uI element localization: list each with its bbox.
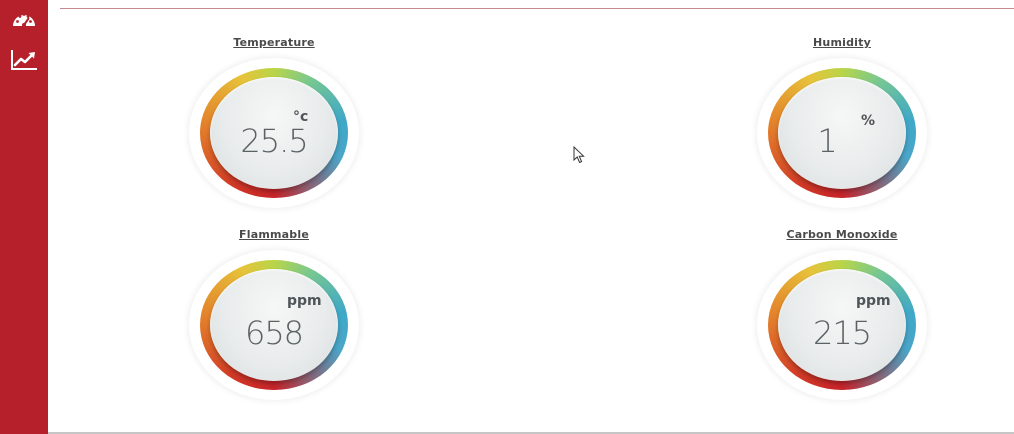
carbon-monoxide-value: 215 xyxy=(812,314,872,352)
temperature-gauge: 25.5 °c xyxy=(189,58,359,208)
nav-trends-button[interactable] xyxy=(6,45,42,75)
flammable-panel: Flammable 658 ppm xyxy=(184,228,364,408)
dashboard-app: Temperature 25.5 °c Humidity 1 % Flammab… xyxy=(0,0,1014,434)
nav-dashboard-button[interactable] xyxy=(6,4,42,34)
flammable-title: Flammable xyxy=(239,228,309,241)
flammable-gauge: 658 ppm xyxy=(189,250,359,400)
humidity-unit: % xyxy=(861,113,876,129)
humidity-title: Humidity xyxy=(813,36,871,49)
carbon-monoxide-title: Carbon Monoxide xyxy=(786,228,898,241)
carbon-monoxide-gauge: 215 ppm xyxy=(757,250,927,400)
temperature-value: 25.5 xyxy=(240,122,308,160)
temperature-title: Temperature xyxy=(233,36,315,49)
flammable-value: 658 xyxy=(244,314,304,352)
trend-chart-icon xyxy=(11,50,37,70)
carbon-monoxide-unit: ppm xyxy=(856,293,891,309)
temperature-panel: Temperature 25.5 °c xyxy=(184,36,364,216)
carbon-monoxide-panel: Carbon Monoxide 215 ppm xyxy=(752,228,932,408)
dashboard-icon xyxy=(13,13,35,27)
temperature-unit: °c xyxy=(293,109,309,125)
humidity-gauge: 1 % xyxy=(757,58,927,208)
flammable-unit: ppm xyxy=(287,293,322,309)
humidity-panel: Humidity 1 % xyxy=(752,36,932,216)
sidebar xyxy=(0,0,48,434)
header-divider xyxy=(60,8,1014,9)
humidity-value: 1 xyxy=(817,122,837,160)
mouse-pointer-icon xyxy=(573,145,587,168)
